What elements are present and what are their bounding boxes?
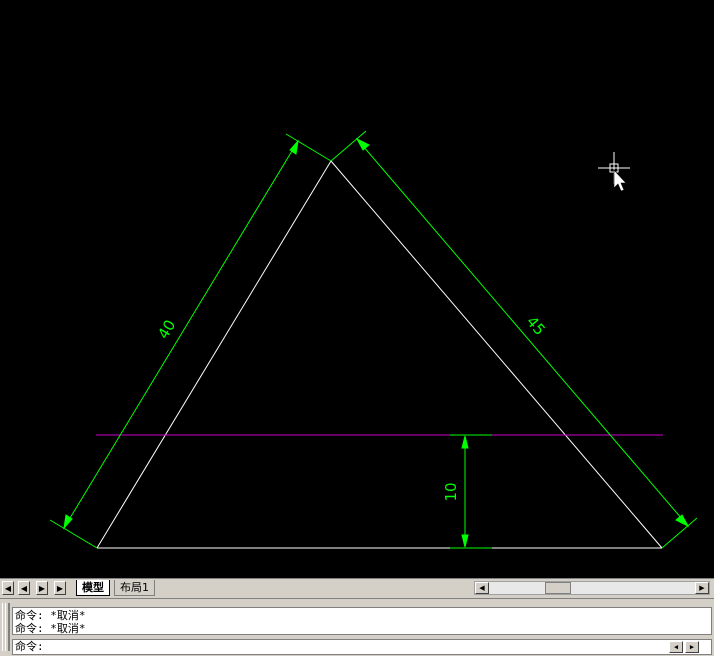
command-history: 命令: *取消* 命令: *取消* [12,607,712,635]
dim-right-line [356,138,689,527]
dim-vertical-text: 10 [442,482,460,501]
first-tab-icon[interactable]: ◀ [2,581,14,595]
dim-left-ext1 [49,519,98,549]
horizontal-scrollbar[interactable]: ◀ ▶ [474,581,710,595]
triangle-right-edge[interactable] [330,160,663,549]
next-tab-icon[interactable]: ▶ [36,581,48,595]
scroll-thumb[interactable] [545,582,571,594]
triangle-left-edge[interactable] [96,160,332,549]
history-line: 命令: *取消* [15,609,86,622]
dim-vert-arrow-bottom [461,534,469,548]
dim-left-text: 40 [154,317,179,343]
scroll-left-icon[interactable]: ◀ [475,582,489,594]
scroll-right-icon[interactable]: ▶ [695,582,709,594]
command-window: 命令: *取消* 命令: *取消* 命令: ◀ ▶ [0,598,714,656]
drawing-canvas[interactable]: 40 45 10 [0,0,714,578]
command-window-grip[interactable] [2,603,10,651]
dim-right-arrow-bottom [675,514,690,528]
dimension-left[interactable] [49,133,332,549]
history-line: 命令: *取消* [15,622,86,635]
prev-tab-icon[interactable]: ◀ [18,581,30,595]
dim-right-arrow-top [355,137,370,151]
dim-left-line [63,140,299,529]
dim-right-ext2 [661,517,698,549]
dim-right-text: 45 [523,313,549,339]
tab-model[interactable]: 模型 [76,580,110,596]
cmd-scroll-left-icon[interactable]: ◀ [669,641,683,653]
drawing-svg: 40 45 10 [49,130,698,549]
dim-vert-arrow-top [461,435,469,449]
command-prompt-input[interactable]: 命令: ◀ ▶ [12,639,712,655]
dimension-right[interactable] [330,130,698,549]
crosshair-cursor-icon [598,152,630,192]
cmd-scroll-right-icon[interactable]: ▶ [685,641,699,653]
tab-layout1[interactable]: 布局1 [114,580,155,596]
command-scrollbar[interactable]: ◀ ▶ [669,641,709,653]
layout-tab-bar: ◀ ◀ ▶ ▶ 模型 布局1 ◀ ▶ [0,578,714,598]
command-prompt-label: 命令: [15,640,44,653]
last-tab-icon[interactable]: ▶ [54,581,66,595]
